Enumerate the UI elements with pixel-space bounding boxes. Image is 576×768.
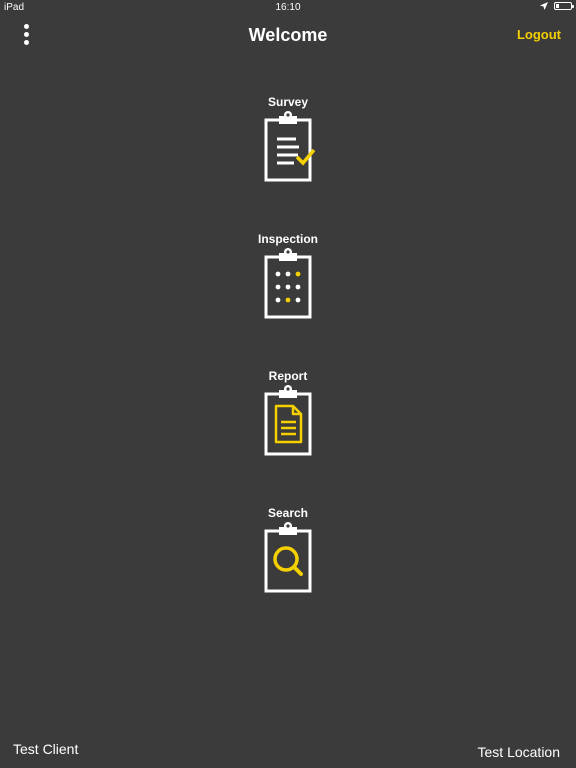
- status-time: 16:10: [275, 2, 301, 13]
- battery-icon: [554, 2, 574, 10]
- app-screen: iPad 16:10 Welcome Logout Survey Inspect…: [0, 0, 576, 768]
- status-indicators: [540, 2, 574, 10]
- menu-item-search[interactable]: Search: [238, 506, 338, 606]
- battery-level: [556, 4, 559, 8]
- menu-item-report[interactable]: Report: [238, 369, 338, 469]
- location-arrow-icon: [540, 2, 548, 10]
- menu-item-survey[interactable]: Survey: [238, 95, 338, 195]
- menu-item-label: Survey: [267, 95, 309, 109]
- clipboard-document-icon: [264, 385, 312, 456]
- menu-item-label: Search: [267, 506, 309, 520]
- logout-button[interactable]: Logout: [517, 27, 561, 42]
- menu-item-inspection[interactable]: Inspection: [238, 232, 338, 332]
- location-name: Test Location: [477, 744, 561, 760]
- menu-item-label: Inspection: [257, 232, 318, 246]
- client-name: Test Client: [13, 741, 79, 757]
- menu-item-label: Report: [268, 369, 308, 383]
- page-title: Welcome: [248, 25, 328, 45]
- navigation-bar: Welcome Logout: [0, 16, 576, 56]
- clipboard-checklist-icon: [264, 111, 316, 182]
- clipboard-dots-icon: [264, 248, 312, 319]
- clipboard-search-icon: [264, 522, 312, 593]
- status-bar: iPad 16:10: [0, 0, 576, 16]
